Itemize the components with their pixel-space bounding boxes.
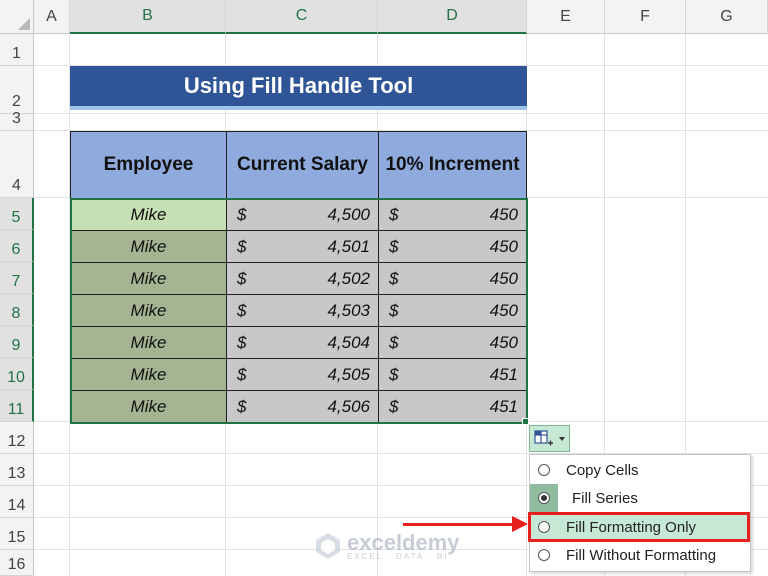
- exceldemy-logo-icon: [316, 532, 340, 559]
- row-header-1[interactable]: 1: [0, 34, 34, 66]
- row-header-11[interactable]: 11: [0, 390, 34, 422]
- watermark: exceldemy EXCEL · DATA · BI: [315, 530, 460, 561]
- menu-item-copy-cells[interactable]: Copy Cells: [530, 456, 750, 484]
- row-header-6[interactable]: 6: [0, 230, 34, 262]
- row-header-13[interactable]: 13: [0, 454, 34, 486]
- column-header-a[interactable]: A: [34, 0, 70, 34]
- auto-fill-options-button[interactable]: [529, 425, 570, 452]
- menu-item-label: Copy Cells: [566, 461, 639, 479]
- fill-handle[interactable]: [522, 418, 529, 425]
- menu-item-fill-series[interactable]: Fill Series: [530, 484, 750, 512]
- selected-radio-box: [530, 484, 558, 512]
- column-header-d[interactable]: D: [378, 0, 527, 34]
- row-header-12[interactable]: 12: [0, 422, 34, 454]
- auto-fill-icon: [534, 429, 553, 445]
- row-header-2[interactable]: 2: [0, 66, 34, 114]
- radio-icon: [538, 549, 550, 561]
- column-header-c[interactable]: C: [226, 0, 378, 34]
- select-all-corner[interactable]: [0, 0, 34, 34]
- menu-item-label: Fill Series: [572, 489, 638, 507]
- row-header-16[interactable]: 16: [0, 550, 34, 576]
- row-header-4[interactable]: 4: [0, 131, 34, 198]
- gridline: [34, 113, 768, 114]
- select-all-triangle-icon: [18, 18, 30, 30]
- highlight-annotation-box: [528, 512, 750, 542]
- header-current-salary[interactable]: Current Salary: [226, 131, 379, 199]
- row-header-5[interactable]: 5: [0, 198, 34, 230]
- selection-range: [70, 198, 528, 424]
- row-header-10[interactable]: 10: [0, 358, 34, 390]
- row-header-9[interactable]: 9: [0, 326, 34, 358]
- sheet-title[interactable]: Using Fill Handle Tool: [70, 66, 527, 110]
- watermark-tagline: EXCEL · DATA · BI: [347, 552, 449, 561]
- row-header-14[interactable]: 14: [0, 486, 34, 518]
- annotation-arrow-line: [403, 523, 515, 526]
- menu-item-label: Fill Without Formatting: [566, 546, 717, 564]
- radio-selected-icon: [538, 492, 550, 504]
- column-header-e[interactable]: E: [527, 0, 605, 34]
- radio-icon: [538, 464, 550, 476]
- row-header-7[interactable]: 7: [0, 262, 34, 294]
- header-employee[interactable]: Employee: [70, 131, 227, 199]
- column-header-b[interactable]: B: [70, 0, 226, 34]
- chevron-down-icon: [559, 436, 565, 441]
- menu-item-fill-without-formatting[interactable]: Fill Without Formatting: [530, 541, 750, 569]
- column-header-f[interactable]: F: [605, 0, 686, 34]
- row-header-8[interactable]: 8: [0, 294, 34, 326]
- row-header-3[interactable]: 3: [0, 110, 34, 131]
- row-header-15[interactable]: 15: [0, 518, 34, 550]
- annotation-arrow-icon: [512, 516, 528, 532]
- column-header-g[interactable]: G: [686, 0, 768, 34]
- header-increment[interactable]: 10% Increment: [378, 131, 527, 199]
